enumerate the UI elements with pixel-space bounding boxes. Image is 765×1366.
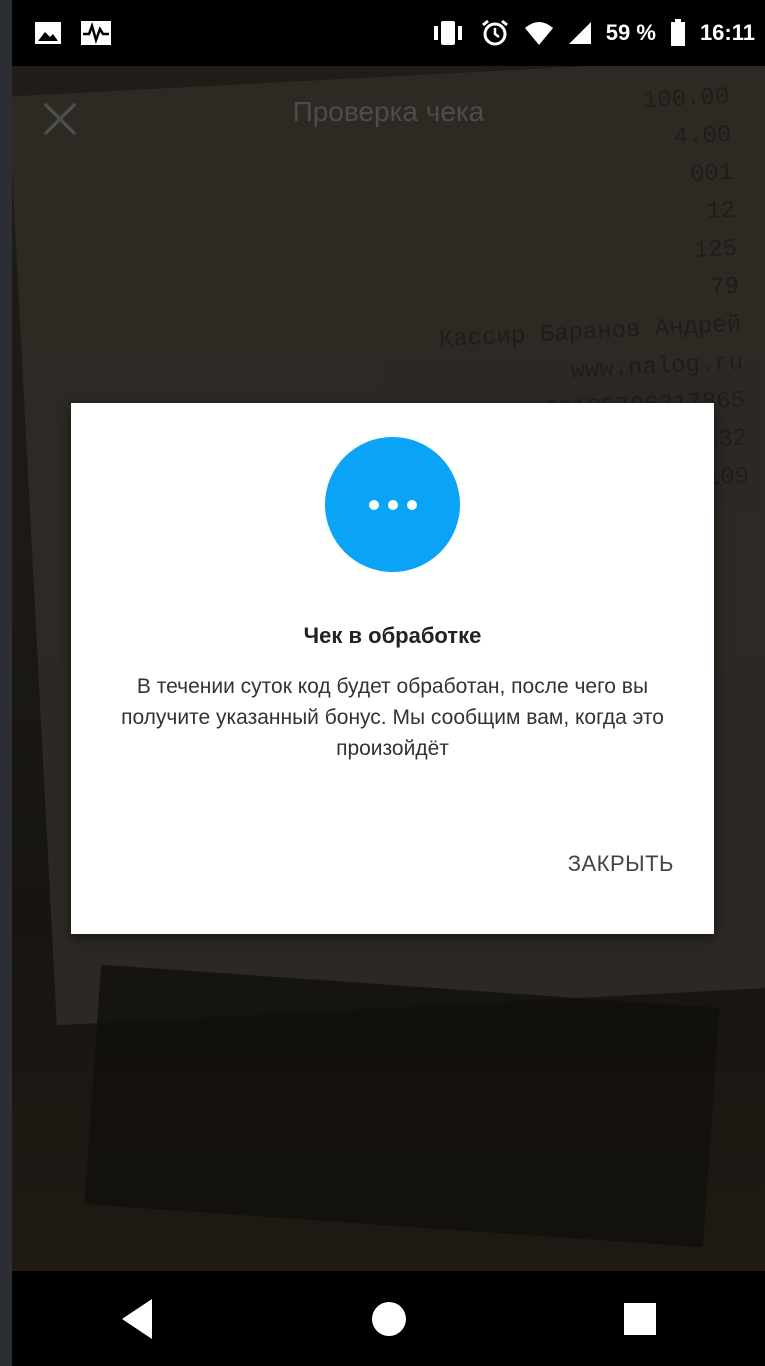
close-dialog-button[interactable]: ЗАКРЫТЬ xyxy=(568,851,674,877)
alarm-icon xyxy=(480,18,510,48)
recents-icon xyxy=(623,1302,656,1335)
vibrate-icon xyxy=(430,19,466,47)
back-icon xyxy=(121,1298,152,1339)
dialog-message: В течении суток код будет обработан, пос… xyxy=(121,675,664,760)
signal-icon xyxy=(568,21,592,45)
back-button[interactable] xyxy=(98,1279,178,1359)
clock: 16:11 xyxy=(699,20,755,45)
more-dots-icon xyxy=(325,437,460,572)
home-icon xyxy=(371,1301,406,1336)
recents-button[interactable] xyxy=(600,1279,680,1359)
wifi-icon xyxy=(524,20,554,46)
activity-icon xyxy=(80,20,112,46)
camera-preview: 100.00 4.00 001 12 125 79 Кассир Баранов… xyxy=(12,66,765,1271)
image-icon xyxy=(34,21,62,45)
phone-screen: 59 % 16:11 100.00 4.00 001 12 125 79 Кас… xyxy=(12,0,765,1366)
navigation-bar xyxy=(12,1271,765,1366)
status-bar: 59 % 16:11 xyxy=(12,0,765,66)
dialog-title: Чек в обработке xyxy=(303,623,482,648)
home-button[interactable] xyxy=(349,1279,429,1359)
battery-percent: 59 % xyxy=(605,20,656,45)
battery-icon xyxy=(670,19,686,47)
processing-dialog: Чек в обработке В течении суток код буде… xyxy=(71,403,714,934)
